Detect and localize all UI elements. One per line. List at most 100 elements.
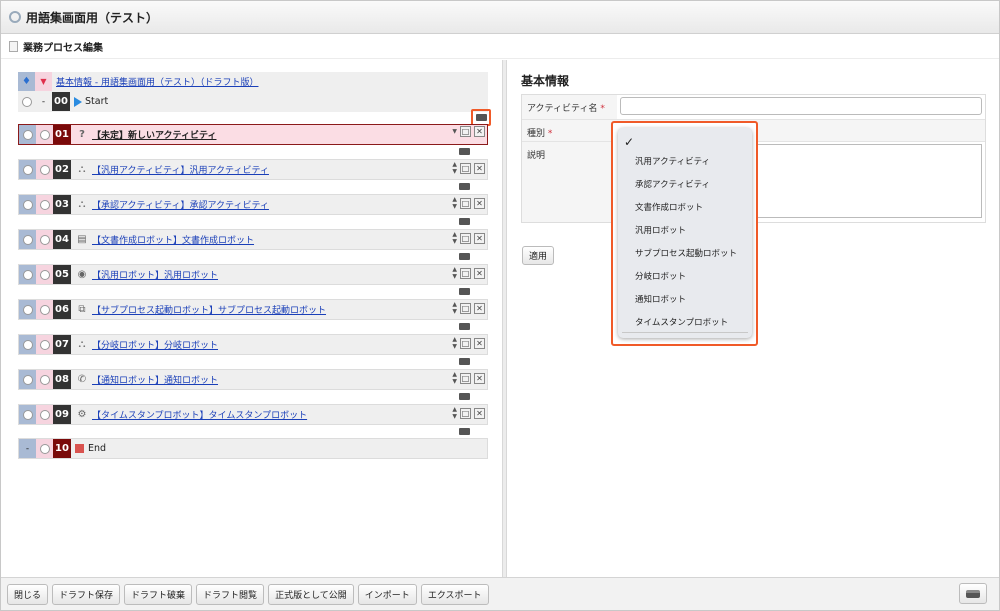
- delete-icon[interactable]: ✕: [474, 337, 485, 349]
- move-up-down-icon[interactable]: ▲ ▼: [452, 161, 457, 175]
- process-row[interactable]: 02 ⛬ 【汎用アクティビティ】汎用アクティビティ ▲ ▼ □ ✕: [18, 159, 488, 180]
- insert-step-button[interactable]: [459, 148, 470, 155]
- type-option[interactable]: 汎用ロボット: [635, 224, 686, 236]
- sort-up-icon[interactable]: ♦: [18, 72, 35, 91]
- step-link[interactable]: 【サブプロセス起動ロボット】サブプロセス起動ロボット: [92, 303, 326, 316]
- row-radio[interactable]: [22, 129, 33, 140]
- export-button[interactable]: エクスポート: [420, 583, 489, 605]
- process-row[interactable]: 04 ▤ 【文書作成ロボット】文書作成ロボット ▲ ▼ □ ✕: [18, 229, 488, 250]
- move-up-down-icon[interactable]: ▲ ▼: [452, 196, 457, 210]
- row-radio[interactable]: [39, 129, 50, 140]
- row-radio[interactable]: [39, 409, 50, 420]
- row-radio[interactable]: [39, 304, 50, 315]
- type-option[interactable]: サブプロセス起動ロボット: [635, 247, 737, 259]
- import-button[interactable]: インポート: [357, 583, 417, 605]
- save-draft-button[interactable]: ドラフト保存: [52, 583, 121, 605]
- delete-icon[interactable]: ✕: [474, 197, 485, 209]
- step-link[interactable]: 【文書作成ロボット】文書作成ロボット: [92, 233, 254, 246]
- type-dropdown-menu[interactable]: ✓ 汎用アクティビティ 承認アクティビティ 文書作成ロボット 汎用ロボット サブプロセス…: [618, 128, 752, 338]
- copy-icon[interactable]: □: [460, 302, 471, 314]
- move-up-down-icon[interactable]: ▲ ▼: [452, 266, 457, 280]
- step-link[interactable]: 【汎用ロボット】汎用ロボット: [92, 268, 218, 281]
- type-option[interactable]: 文書作成ロボット: [635, 201, 703, 213]
- process-row[interactable]: 06 ⧉ 【サブプロセス起動ロボット】サブプロセス起動ロボット ▲ ▼ □ ✕: [18, 299, 488, 320]
- step-link[interactable]: 【未定】新しいアクティビティ: [92, 128, 216, 141]
- insert-step-button[interactable]: [459, 218, 470, 225]
- row-radio[interactable]: [39, 269, 50, 280]
- copy-icon[interactable]: □: [460, 267, 471, 279]
- type-option[interactable]: タイムスタンプロボット: [635, 316, 728, 328]
- move-up-down-icon[interactable]: ▲ ▼: [452, 301, 457, 315]
- step-link[interactable]: 【承認アクティビティ】承認アクティビティ: [92, 198, 269, 211]
- type-option[interactable]: 通知ロボット: [635, 293, 686, 305]
- delete-icon[interactable]: ✕: [474, 372, 485, 384]
- insert-step-button[interactable]: [459, 428, 470, 435]
- insert-step-button[interactable]: [459, 393, 470, 400]
- insert-step-button[interactable]: [459, 358, 470, 365]
- row-radio[interactable]: [39, 199, 50, 210]
- step-link[interactable]: 【分岐ロボット】分岐ロボット: [92, 338, 218, 351]
- delete-icon[interactable]: ✕: [474, 407, 485, 419]
- row-radio[interactable]: [22, 234, 33, 245]
- close-button[interactable]: 閉じる: [7, 583, 49, 605]
- row-radio[interactable]: [22, 374, 33, 385]
- move-up-down-icon[interactable]: ▲ ▼: [452, 371, 457, 385]
- copy-icon[interactable]: □: [460, 372, 471, 384]
- basic-info-link[interactable]: 基本情報 - 用語集画面用（テスト）（ドラフト版）: [56, 75, 258, 88]
- copy-icon[interactable]: □: [460, 162, 471, 174]
- move-up-down-icon[interactable]: ▲ ▼: [452, 406, 457, 420]
- process-row[interactable]: 07 ⛬ 【分岐ロボット】分岐ロボット ▲ ▼ □ ✕: [18, 334, 488, 355]
- process-row[interactable]: 08 ✆ 【通知ロボット】通知ロボット ▲ ▼ □ ✕: [18, 369, 488, 390]
- row-radio[interactable]: [39, 164, 50, 175]
- process-row[interactable]: 09 ⚙ 【タイムスタンプロボット】タイムスタンプロボット ▲ ▼ □ ✕: [18, 404, 488, 425]
- insert-step-button[interactable]: [459, 253, 470, 260]
- move-down-icon[interactable]: ▼: [452, 128, 457, 135]
- row-radio[interactable]: [22, 164, 33, 175]
- process-row-start[interactable]: - 00 Start: [18, 91, 488, 112]
- row-radio[interactable]: [22, 304, 33, 315]
- type-option[interactable]: 承認アクティビティ: [635, 178, 710, 190]
- row-radio[interactable]: [39, 234, 50, 245]
- delete-icon[interactable]: ✕: [474, 267, 485, 279]
- insert-step-button[interactable]: [459, 183, 470, 190]
- step-link[interactable]: 【通知ロボット】通知ロボット: [92, 373, 218, 386]
- copy-icon[interactable]: □: [460, 337, 471, 349]
- pane-splitter[interactable]: [502, 60, 507, 577]
- insert-step-button[interactable]: [459, 323, 470, 330]
- insert-step-button[interactable]: [459, 288, 470, 295]
- move-up-down-icon[interactable]: ▲ ▼: [452, 231, 457, 245]
- step-link[interactable]: 【汎用アクティビティ】汎用アクティビティ: [92, 163, 269, 176]
- copy-icon[interactable]: □: [460, 407, 471, 419]
- copy-icon[interactable]: □: [460, 232, 471, 244]
- delete-icon[interactable]: ✕: [474, 232, 485, 244]
- row-radio[interactable]: [22, 409, 33, 420]
- type-option[interactable]: 分岐ロボット: [635, 270, 686, 282]
- delete-icon[interactable]: ✕: [474, 162, 485, 174]
- move-up-down-icon[interactable]: ▲ ▼: [452, 336, 457, 350]
- row-radio[interactable]: [21, 96, 32, 107]
- view-draft-button[interactable]: ドラフト閲覧: [196, 583, 265, 605]
- process-row-end[interactable]: - 10 End: [18, 438, 488, 459]
- process-row[interactable]: 05 ◉ 【汎用ロボット】汎用ロボット ▲ ▼ □ ✕: [18, 264, 488, 285]
- delete-icon[interactable]: ✕: [474, 126, 485, 137]
- copy-icon[interactable]: □: [460, 197, 471, 209]
- row-radio[interactable]: [22, 269, 33, 280]
- discard-draft-button[interactable]: ドラフト破棄: [124, 583, 193, 605]
- apply-button[interactable]: 適用: [522, 246, 555, 265]
- copy-icon[interactable]: □: [460, 126, 471, 137]
- step-number: 02: [53, 160, 71, 179]
- activity-name-input[interactable]: [620, 97, 982, 115]
- row-radio[interactable]: [39, 374, 50, 385]
- delete-icon[interactable]: ✕: [474, 302, 485, 314]
- row-radio[interactable]: [39, 339, 50, 350]
- sort-down-icon[interactable]: ▼: [35, 72, 52, 91]
- process-row-selected[interactable]: 01 ? 【未定】新しいアクティビティ ▼ □ ✕: [18, 124, 488, 145]
- row-radio[interactable]: [22, 339, 33, 350]
- type-option[interactable]: 汎用アクティビティ: [635, 155, 710, 167]
- publish-button[interactable]: 正式版として公開: [268, 583, 354, 605]
- row-radio[interactable]: [39, 443, 50, 454]
- row-radio[interactable]: [22, 199, 33, 210]
- step-link[interactable]: 【タイムスタンプロボット】タイムスタンプロボット: [92, 408, 307, 421]
- process-row[interactable]: 03 ⛬ 【承認アクティビティ】承認アクティビティ ▲ ▼ □ ✕: [18, 194, 488, 215]
- print-button[interactable]: [959, 583, 987, 604]
